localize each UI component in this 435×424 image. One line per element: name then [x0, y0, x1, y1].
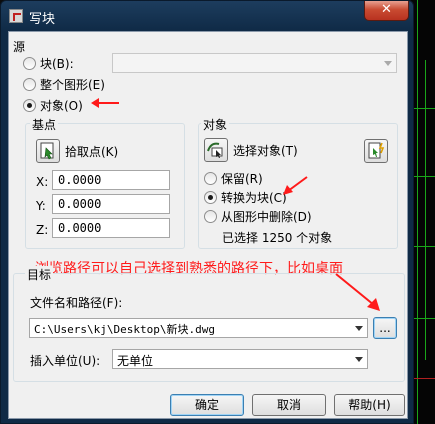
cad-line — [411, 318, 435, 319]
x-input[interactable]: 0.0000 — [52, 170, 170, 190]
retain-radio[interactable]: 保留(R) — [204, 170, 263, 187]
convert-to-block-radio[interactable]: 转换为块(C) — [204, 189, 287, 206]
destination-title: 目标 — [25, 266, 54, 283]
z-label: Z: — [36, 223, 49, 237]
quick-select-button[interactable] — [364, 139, 388, 163]
radio-dot — [204, 210, 217, 223]
app-icon — [9, 9, 23, 23]
close-button[interactable]: ✕ — [364, 1, 409, 21]
base-point-title: 基点 — [30, 116, 59, 133]
radio-label: 整个图形(E) — [40, 78, 105, 92]
source-title: 源 — [13, 40, 26, 54]
x-label: X: — [36, 175, 49, 189]
cad-background — [411, 0, 435, 424]
source-entire-drawing-radio[interactable]: 整个图形(E) — [23, 76, 105, 93]
units-value: 无单位 — [117, 354, 154, 368]
select-objects-label: 选择对象(T) — [233, 144, 298, 158]
cancel-button[interactable]: 取消 — [252, 394, 326, 416]
selected-count-text: 已选择 1250 个对象 — [222, 231, 333, 245]
path-label: 文件名和路径(F): — [30, 296, 123, 310]
cad-line — [417, 0, 418, 424]
cad-line — [425, 60, 426, 360]
radio-dot — [23, 99, 36, 112]
write-block-dialog: 写块 ✕ 源 块(B): 整个图形(E) 对象(O) 基点 拾取点(K) X: … — [0, 0, 414, 424]
path-value: C:\Users\kj\Desktop\新块.dwg — [34, 323, 215, 336]
y-input[interactable]: 0.0000 — [52, 194, 170, 214]
objects-title: 对象 — [201, 116, 230, 133]
help-button[interactable]: 帮助(H) — [334, 394, 405, 416]
radio-label: 转换为块(C) — [221, 191, 287, 205]
z-input[interactable]: 0.0000 — [52, 218, 170, 238]
cad-line — [411, 378, 435, 379]
radio-label: 块(B): — [40, 57, 74, 71]
radio-dot — [204, 191, 217, 204]
radio-dot — [23, 57, 36, 70]
path-combo[interactable]: C:\Users\kj\Desktop\新块.dwg — [29, 318, 368, 338]
chevron-down-icon — [384, 61, 392, 66]
annotation-arrow-icon — [335, 273, 380, 311]
radio-label: 保留(R) — [221, 172, 263, 186]
pick-point-label: 拾取点(K) — [65, 145, 119, 159]
block-name-combo[interactable] — [112, 53, 397, 73]
chevron-down-icon — [355, 357, 363, 362]
annotation-arrow-icon — [283, 176, 308, 195]
y-label: Y: — [36, 199, 46, 213]
delete-from-drawing-radio[interactable]: 从图形中删除(D) — [204, 208, 312, 225]
window-title: 写块 — [29, 12, 56, 27]
radio-dot — [23, 78, 36, 91]
title-bar[interactable]: 写块 — [1, 1, 415, 31]
chevron-down-icon — [355, 326, 363, 331]
ok-button[interactable]: 确定 — [170, 394, 244, 416]
units-combo[interactable]: 无单位 — [112, 349, 368, 369]
pick-point-button[interactable] — [36, 139, 60, 163]
cad-line — [411, 108, 435, 109]
annotation-arrow-icon — [91, 98, 119, 108]
source-block-radio[interactable]: 块(B): — [23, 55, 74, 72]
pick-point-icon — [40, 142, 54, 160]
radio-label: 从图形中删除(D) — [221, 210, 312, 224]
units-label: 插入单位(U): — [30, 354, 101, 368]
source-objects-radio[interactable]: 对象(O) — [23, 97, 83, 114]
select-objects-icon — [207, 142, 223, 158]
quick-select-icon — [368, 142, 385, 159]
browse-button[interactable]: ... — [373, 317, 397, 339]
radio-dot — [204, 172, 217, 185]
cad-line — [411, 246, 435, 247]
dialog-body: 源 块(B): 整个图形(E) 对象(O) 基点 拾取点(K) X: 0.000… — [8, 31, 408, 419]
cad-line — [411, 176, 435, 177]
radio-label: 对象(O) — [40, 99, 83, 113]
select-objects-button[interactable] — [204, 138, 228, 162]
